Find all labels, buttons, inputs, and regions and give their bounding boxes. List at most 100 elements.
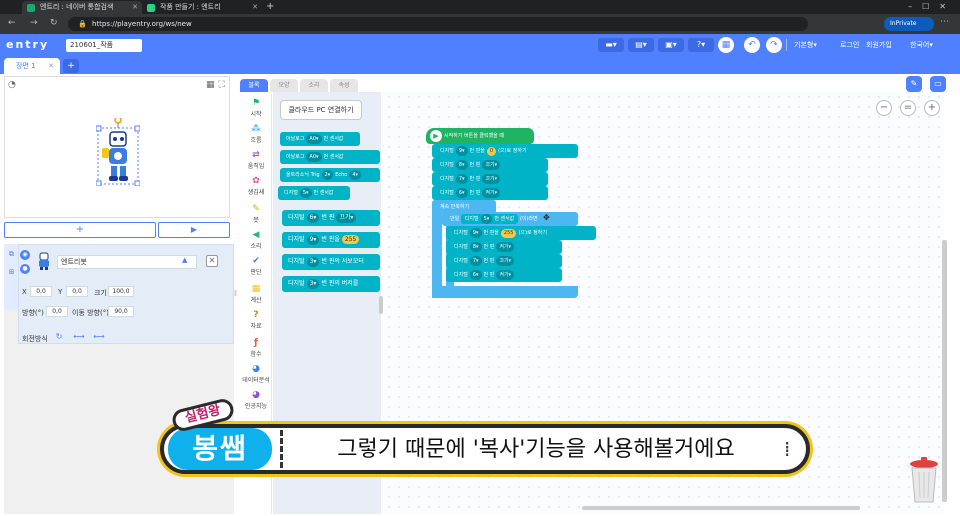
expand-icon[interactable]: ⊞ bbox=[7, 268, 16, 277]
print-icon[interactable]: ▦ bbox=[718, 37, 734, 53]
palette-block-digital-pin-off[interactable]: 디지털 6▾ 번 핀 끄기▾ bbox=[282, 210, 380, 226]
file-menu-icon[interactable]: ▤▾ bbox=[628, 38, 654, 52]
category-data-analysis[interactable]: ◕ 데이터분석 bbox=[238, 364, 274, 384]
block-dropdown[interactable]: 6▾ bbox=[306, 213, 320, 223]
block-dropdown[interactable]: 끄기▾ bbox=[336, 213, 357, 223]
add-object-button[interactable]: + bbox=[4, 222, 156, 238]
mode-dropdown-icon[interactable]: ▬▾ bbox=[598, 38, 624, 52]
block-number[interactable]: 255 bbox=[500, 229, 517, 238]
block-dropdown[interactable]: 8▾ bbox=[469, 242, 482, 252]
palette-block-digital-sensor[interactable]: 디지털 5▾ 번 센서값 bbox=[278, 186, 350, 200]
redo-icon[interactable]: ↷ bbox=[766, 37, 782, 53]
block-dropdown[interactable]: 3▾ bbox=[306, 279, 320, 289]
category-brush[interactable]: ✎ 붓 bbox=[240, 204, 272, 224]
block-dropdown[interactable]: 6▾ bbox=[469, 270, 482, 280]
block-dropdown[interactable]: 켜기▾ bbox=[496, 270, 515, 280]
zoom-reset-button[interactable]: = bbox=[900, 100, 916, 116]
palette-block-buzzer[interactable]: 디지털 3▾ 번 핀의 버저를 bbox=[282, 276, 380, 292]
scene-tab[interactable]: 장면 1 ✕ bbox=[4, 58, 60, 74]
palette-block-analog-1[interactable]: 아날로그 A0▾ 번 센서값 bbox=[280, 132, 360, 146]
category-data[interactable]: ? 자료 bbox=[240, 310, 272, 330]
palette-scrollbar[interactable] bbox=[379, 296, 383, 314]
block-dropdown[interactable]: 7▾ bbox=[455, 174, 468, 184]
block-dropdown[interactable]: 끄기▾ bbox=[496, 256, 515, 266]
mode-selector[interactable]: 기본형▾ bbox=[794, 40, 817, 50]
undo-icon[interactable]: ↶ bbox=[744, 37, 760, 53]
inner-block-pin7[interactable]: 디지털 7▾ 번 핀 끄기▾ bbox=[446, 254, 562, 268]
browser-tab-entry[interactable]: 작품 만들기 : 엔트리 ✕ bbox=[142, 1, 262, 14]
login-link[interactable]: 로그인 bbox=[840, 40, 859, 50]
condition-block[interactable]: 디지털 5▾ 번 센서값 bbox=[460, 214, 519, 224]
object-name-input[interactable]: 엔트리봇 bbox=[57, 255, 197, 269]
entrybot-sprite[interactable] bbox=[96, 118, 140, 186]
window-controls[interactable]: –☐✕ bbox=[908, 0, 956, 13]
script-block-pin6[interactable]: 디지털 6▾ 번 핀 켜기▾ bbox=[432, 186, 548, 200]
rotate-horizontal-icon[interactable]: ⟷ bbox=[72, 332, 86, 342]
category-sound[interactable]: ◀ 소리 bbox=[240, 230, 272, 250]
close-tab-icon[interactable]: ✕ bbox=[132, 1, 138, 14]
lock-icon[interactable]: ● bbox=[20, 264, 30, 274]
start-button[interactable]: ▶ bbox=[158, 222, 230, 238]
inner-block-pin6[interactable]: 디지털 6▾ 번 핀 켜기▾ bbox=[446, 268, 562, 282]
if-block[interactable]: 만일 디지털 5▾ 번 센서값 (이)라면 bbox=[442, 212, 578, 226]
url-field[interactable]: 🔒 https://playentry.org/ws/new bbox=[68, 17, 808, 31]
block-number[interactable]: 0 bbox=[486, 147, 497, 156]
block-dropdown[interactable]: 4▾ bbox=[349, 170, 362, 180]
x-input[interactable]: 0,0 bbox=[30, 286, 52, 297]
inner-block-pin8[interactable]: 디지털 8▾ 번 핀 켜기▾ bbox=[446, 240, 562, 254]
category-ai[interactable]: ◕ 인공지능 bbox=[240, 390, 272, 410]
script-block-pin9-set[interactable]: 디지털 9▾ 번 핀을 0 (으)로 정하기 bbox=[432, 144, 578, 158]
copy-icon[interactable]: ⧉ bbox=[7, 250, 16, 259]
block-dropdown[interactable]: 끄기▾ bbox=[482, 160, 501, 170]
tab-sound[interactable]: 소리 bbox=[300, 79, 328, 92]
project-name-input[interactable]: 210601_작품 bbox=[66, 39, 142, 52]
tab-shape[interactable]: 모양 bbox=[270, 79, 298, 92]
zoom-in-button[interactable]: + bbox=[924, 100, 940, 116]
stage-view-icons[interactable]: ▦⛶ bbox=[206, 80, 229, 90]
block-dropdown[interactable]: 끄기▾ bbox=[482, 174, 501, 184]
browser-menu-icon[interactable]: ⋯ bbox=[940, 17, 949, 27]
workspace-horizontal-scrollbar[interactable] bbox=[582, 506, 860, 510]
block-dropdown[interactable]: 9▾ bbox=[306, 235, 320, 245]
delete-object-button[interactable]: ✕ bbox=[206, 255, 218, 267]
close-scene-icon[interactable]: ✕ bbox=[48, 58, 54, 74]
zoom-out-button[interactable]: − bbox=[876, 100, 892, 116]
refresh-icon[interactable]: ↻ bbox=[50, 18, 58, 28]
block-dropdown[interactable]: 5▾ bbox=[480, 214, 493, 224]
category-flow[interactable]: ⁂ 흐름 bbox=[240, 124, 272, 144]
block-dropdown[interactable]: 3▾ bbox=[306, 257, 320, 267]
palette-block-digital-pin-set[interactable]: 디지털 9▾ 번 핀을 255 bbox=[282, 232, 380, 248]
rotate-free-icon[interactable]: ↻ bbox=[52, 332, 66, 342]
block-dropdown[interactable]: 8▾ bbox=[455, 160, 468, 170]
new-tab-button[interactable]: + bbox=[266, 0, 274, 13]
tab-attribute[interactable]: 속성 bbox=[330, 79, 358, 92]
y-input[interactable]: 0,0 bbox=[66, 286, 88, 297]
trash-can-icon[interactable] bbox=[908, 456, 940, 504]
script-block-pin7[interactable]: 디지털 7▾ 번 핀 끄기▾ bbox=[432, 172, 548, 186]
comment-icon[interactable]: ✎ bbox=[906, 76, 922, 92]
rotate-none-icon[interactable]: ⟷ bbox=[92, 332, 106, 342]
block-dropdown[interactable]: 7▾ bbox=[469, 256, 482, 266]
forward-arrow-icon[interactable]: → bbox=[30, 18, 38, 28]
save-menu-icon[interactable]: ▣▾ bbox=[658, 38, 684, 52]
tab-block[interactable]: 블록 bbox=[240, 79, 268, 92]
inner-block-pin9-set[interactable]: 디지털 9▾ 번 핀을 255 (으)로 정하기 bbox=[446, 226, 596, 240]
entry-logo[interactable]: entry bbox=[6, 38, 49, 51]
move-direction-input[interactable]: 90,0 bbox=[108, 306, 134, 317]
palette-block-servo[interactable]: 디지털 3▾ 번 핀의 서보모터 bbox=[282, 254, 380, 270]
add-scene-button[interactable]: + bbox=[63, 59, 79, 73]
start-click-hat-block[interactable]: 시작하기 버튼을 클릭했을 때 bbox=[426, 128, 534, 144]
block-dropdown[interactable]: 켜기▾ bbox=[496, 242, 515, 252]
block-dropdown[interactable]: 5▾ bbox=[299, 188, 312, 198]
browser-tab-naver[interactable]: 엔트리 : 네이버 통합검색 ✕ bbox=[22, 1, 142, 14]
collapse-arrow-icon[interactable]: ▲ bbox=[182, 256, 187, 264]
palette-block-ultrasonic[interactable]: 울트라소닉 Trig 2▾ Echo 4▾ bbox=[280, 168, 380, 182]
signup-link[interactable]: 회원가입 bbox=[866, 40, 892, 50]
visibility-eye-icon[interactable]: ◉ bbox=[20, 250, 30, 260]
block-dropdown[interactable]: A0▾ bbox=[306, 152, 322, 162]
inprivate-badge[interactable]: InPrivate bbox=[884, 17, 934, 31]
close-tab-icon[interactable]: ✕ bbox=[252, 1, 258, 14]
block-dropdown[interactable]: 9▾ bbox=[455, 146, 468, 156]
block-dropdown[interactable]: 켜기▾ bbox=[482, 188, 501, 198]
workspace-vertical-scrollbar[interactable] bbox=[942, 240, 947, 502]
